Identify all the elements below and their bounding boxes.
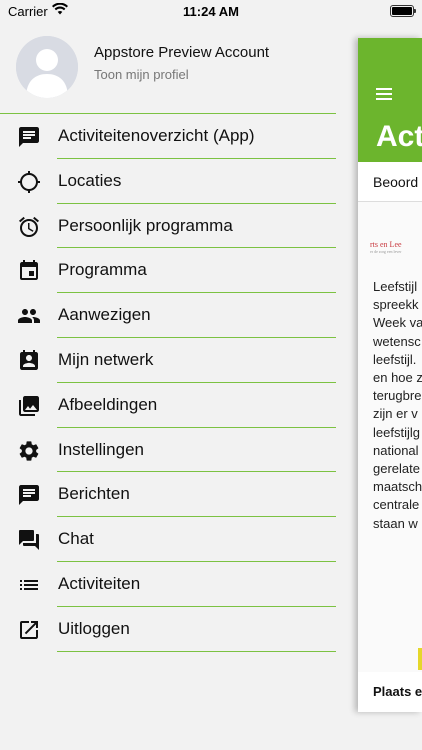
gear-icon	[17, 439, 41, 463]
content-card: rts en Lee er de zorg een lever Leefstijl…	[358, 202, 422, 672]
logo-tagline: er de zorg een lever	[370, 249, 402, 254]
navigation-drawer: Appstore Preview Account Toon mijn profi…	[0, 24, 358, 750]
body-line: gerelate	[373, 461, 420, 477]
menu-item-label: Locaties	[58, 170, 122, 190]
menu-item-label: Aanwezigen	[58, 305, 151, 325]
hamburger-menu-icon[interactable]	[376, 88, 392, 100]
profile-header[interactable]: Appstore Preview Account Toon mijn profi…	[0, 24, 358, 114]
drawer-menu: Activiteitenoverzicht (App) Locaties Per…	[0, 114, 358, 652]
menu-item-label: Persoonlijk programma	[58, 215, 233, 235]
body-line: leefstijlg	[373, 424, 420, 440]
comment-placeholder[interactable]: Plaats e	[373, 684, 422, 699]
menu-item-uitloggen[interactable]: Uitloggen	[0, 607, 358, 652]
profile-name: Appstore Preview Account	[94, 44, 270, 61]
yellow-marker	[418, 648, 422, 670]
body-line: zijn er v	[373, 406, 418, 422]
article-body: Leefstijl spreekk Week va wetensc leefst…	[373, 278, 422, 533]
chat-icon	[17, 528, 41, 552]
status-bar: Carrier 11:24 AM	[0, 0, 422, 24]
menu-item-label: Activiteiten	[58, 573, 141, 593]
menu-item-programma[interactable]: Programma	[0, 248, 358, 294]
avatar[interactable]	[16, 36, 78, 98]
comment-bar[interactable]: Plaats e	[358, 672, 422, 712]
body-line: terugbre	[373, 388, 422, 404]
tab-bar: Beoord	[358, 162, 422, 202]
menu-item-label: Activiteitenoverzicht (App)	[58, 126, 255, 145]
body-line: staan w	[373, 515, 418, 531]
menu-item-afbeeldingen[interactable]: Afbeeldingen	[0, 383, 358, 428]
images-icon	[17, 394, 41, 418]
message-icon	[17, 125, 41, 149]
menu-item-label: Instellingen	[58, 439, 145, 459]
alarm-icon	[17, 215, 41, 239]
main-content-panel[interactable]: Act Beoord rts en Lee er de zorg een leve…	[358, 38, 422, 712]
menu-item-label: Programma	[58, 260, 147, 280]
menu-item-berichten[interactable]: Berichten	[0, 472, 358, 518]
body-line: wetensc	[373, 333, 421, 349]
menu-item-mijn-netwerk[interactable]: Mijn netwerk	[0, 338, 358, 383]
people-icon	[17, 304, 41, 328]
divider	[57, 650, 336, 652]
menu-item-label: Chat	[58, 529, 94, 549]
logo-text: rts en Lee	[370, 240, 402, 249]
list-icon	[17, 573, 41, 597]
body-line: maatsch	[373, 479, 422, 495]
menu-item-persoonlijk-programma[interactable]: Persoonlijk programma	[0, 204, 358, 249]
app-header: Act	[358, 38, 422, 162]
menu-item-activiteitenoverzicht[interactable]: Activiteitenoverzicht (App)	[0, 114, 358, 159]
body-line: leefstijl.	[373, 351, 417, 367]
menu-item-instellingen[interactable]: Instellingen	[0, 428, 358, 473]
clock: 11:24 AM	[183, 4, 239, 19]
battery-icon	[390, 5, 416, 17]
body-line: spreekk	[373, 297, 419, 313]
message-text-icon	[17, 483, 41, 507]
brand-logo: rts en Lee er de zorg een lever	[370, 240, 402, 254]
page-title: Act	[376, 120, 422, 153]
menu-item-chat[interactable]: Chat	[0, 517, 358, 562]
calendar-icon	[17, 259, 41, 283]
body-line: Leefstijl	[373, 279, 418, 294]
menu-item-aanwezigen[interactable]: Aanwezigen	[0, 293, 358, 338]
body-line: national	[373, 442, 419, 458]
open-external-icon	[17, 618, 41, 642]
menu-item-label: Berichten	[58, 484, 130, 504]
body-line: en hoe z	[373, 370, 422, 386]
profile-link[interactable]: Toon mijn profiel	[94, 67, 189, 82]
body-line: centrale	[373, 497, 420, 513]
menu-item-label: Afbeeldingen	[58, 394, 158, 414]
body-line: Week va	[373, 315, 422, 331]
contact-card-icon	[17, 349, 41, 373]
menu-item-label: Mijn netwerk	[58, 349, 154, 369]
crosshair-icon	[17, 170, 41, 194]
menu-item-locaties[interactable]: Locaties	[0, 159, 358, 204]
menu-item-activiteiten[interactable]: Activiteiten	[0, 562, 358, 607]
tab-beoordeling[interactable]: Beoord	[373, 174, 418, 190]
menu-item-label: Uitloggen	[58, 618, 130, 638]
